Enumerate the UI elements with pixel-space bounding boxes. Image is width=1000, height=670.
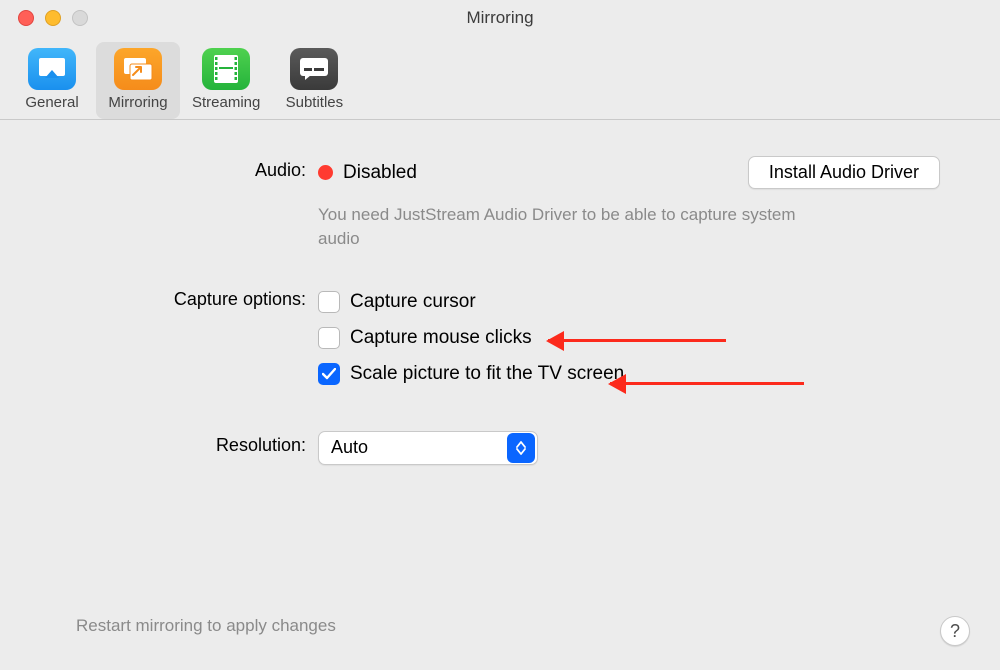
tab-streaming[interactable]: Streaming xyxy=(182,42,270,119)
option-label: Scale picture to fit the TV screen xyxy=(350,363,624,385)
footer-restart-note: Restart mirroring to apply changes xyxy=(76,616,336,636)
tab-mirroring[interactable]: Mirroring xyxy=(96,42,180,119)
question-mark-icon: ? xyxy=(950,621,960,642)
chevron-up-down-icon xyxy=(507,433,535,463)
audio-row: Audio: Disabled Install Audio Driver You… xyxy=(60,156,940,251)
tab-label: General xyxy=(25,94,78,111)
resolution-value: Auto xyxy=(319,437,507,458)
resolution-select[interactable]: Auto xyxy=(318,431,538,465)
resolution-row: Resolution: Auto xyxy=(60,431,940,465)
audio-status-text: Disabled xyxy=(343,162,417,184)
checkbox-icon xyxy=(318,327,340,349)
titlebar: Mirroring xyxy=(0,0,1000,36)
capture-options-row: Capture options: Capture cursor Capture … xyxy=(60,285,940,391)
content-area: Audio: Disabled Install Audio Driver You… xyxy=(0,120,1000,493)
checkbox-icon xyxy=(318,363,340,385)
scale-picture-option[interactable]: Scale picture to fit the TV screen xyxy=(318,357,940,391)
help-button[interactable]: ? xyxy=(940,616,970,646)
tab-label: Mirroring xyxy=(108,94,167,111)
capture-cursor-option[interactable]: Capture cursor xyxy=(318,285,940,319)
option-label: Capture cursor xyxy=(350,291,476,313)
tab-label: Subtitles xyxy=(286,94,344,111)
display-icon xyxy=(28,48,76,90)
capture-options-label: Capture options: xyxy=(60,285,318,310)
annotation-arrow-icon xyxy=(548,339,726,342)
mirroring-screens-icon xyxy=(114,48,162,90)
audio-hint: You need JustStream Audio Driver to be a… xyxy=(318,203,838,251)
annotation-arrow-icon xyxy=(610,382,804,385)
prefs-toolbar: General Mirroring Streaming Subtitles xyxy=(0,36,1000,120)
window-title: Mirroring xyxy=(0,8,1000,28)
tab-subtitles[interactable]: Subtitles xyxy=(272,42,356,119)
install-audio-driver-button[interactable]: Install Audio Driver xyxy=(748,156,940,189)
tab-general[interactable]: General xyxy=(10,42,94,119)
audio-status-dot-icon xyxy=(318,165,333,180)
film-strip-icon xyxy=(202,48,250,90)
audio-label: Audio: xyxy=(60,156,318,181)
capture-mouse-clicks-option[interactable]: Capture mouse clicks xyxy=(318,321,940,355)
resolution-label: Resolution: xyxy=(60,431,318,456)
tab-label: Streaming xyxy=(192,94,260,111)
subtitles-icon xyxy=(290,48,338,90)
option-label: Capture mouse clicks xyxy=(350,327,532,349)
checkbox-icon xyxy=(318,291,340,313)
